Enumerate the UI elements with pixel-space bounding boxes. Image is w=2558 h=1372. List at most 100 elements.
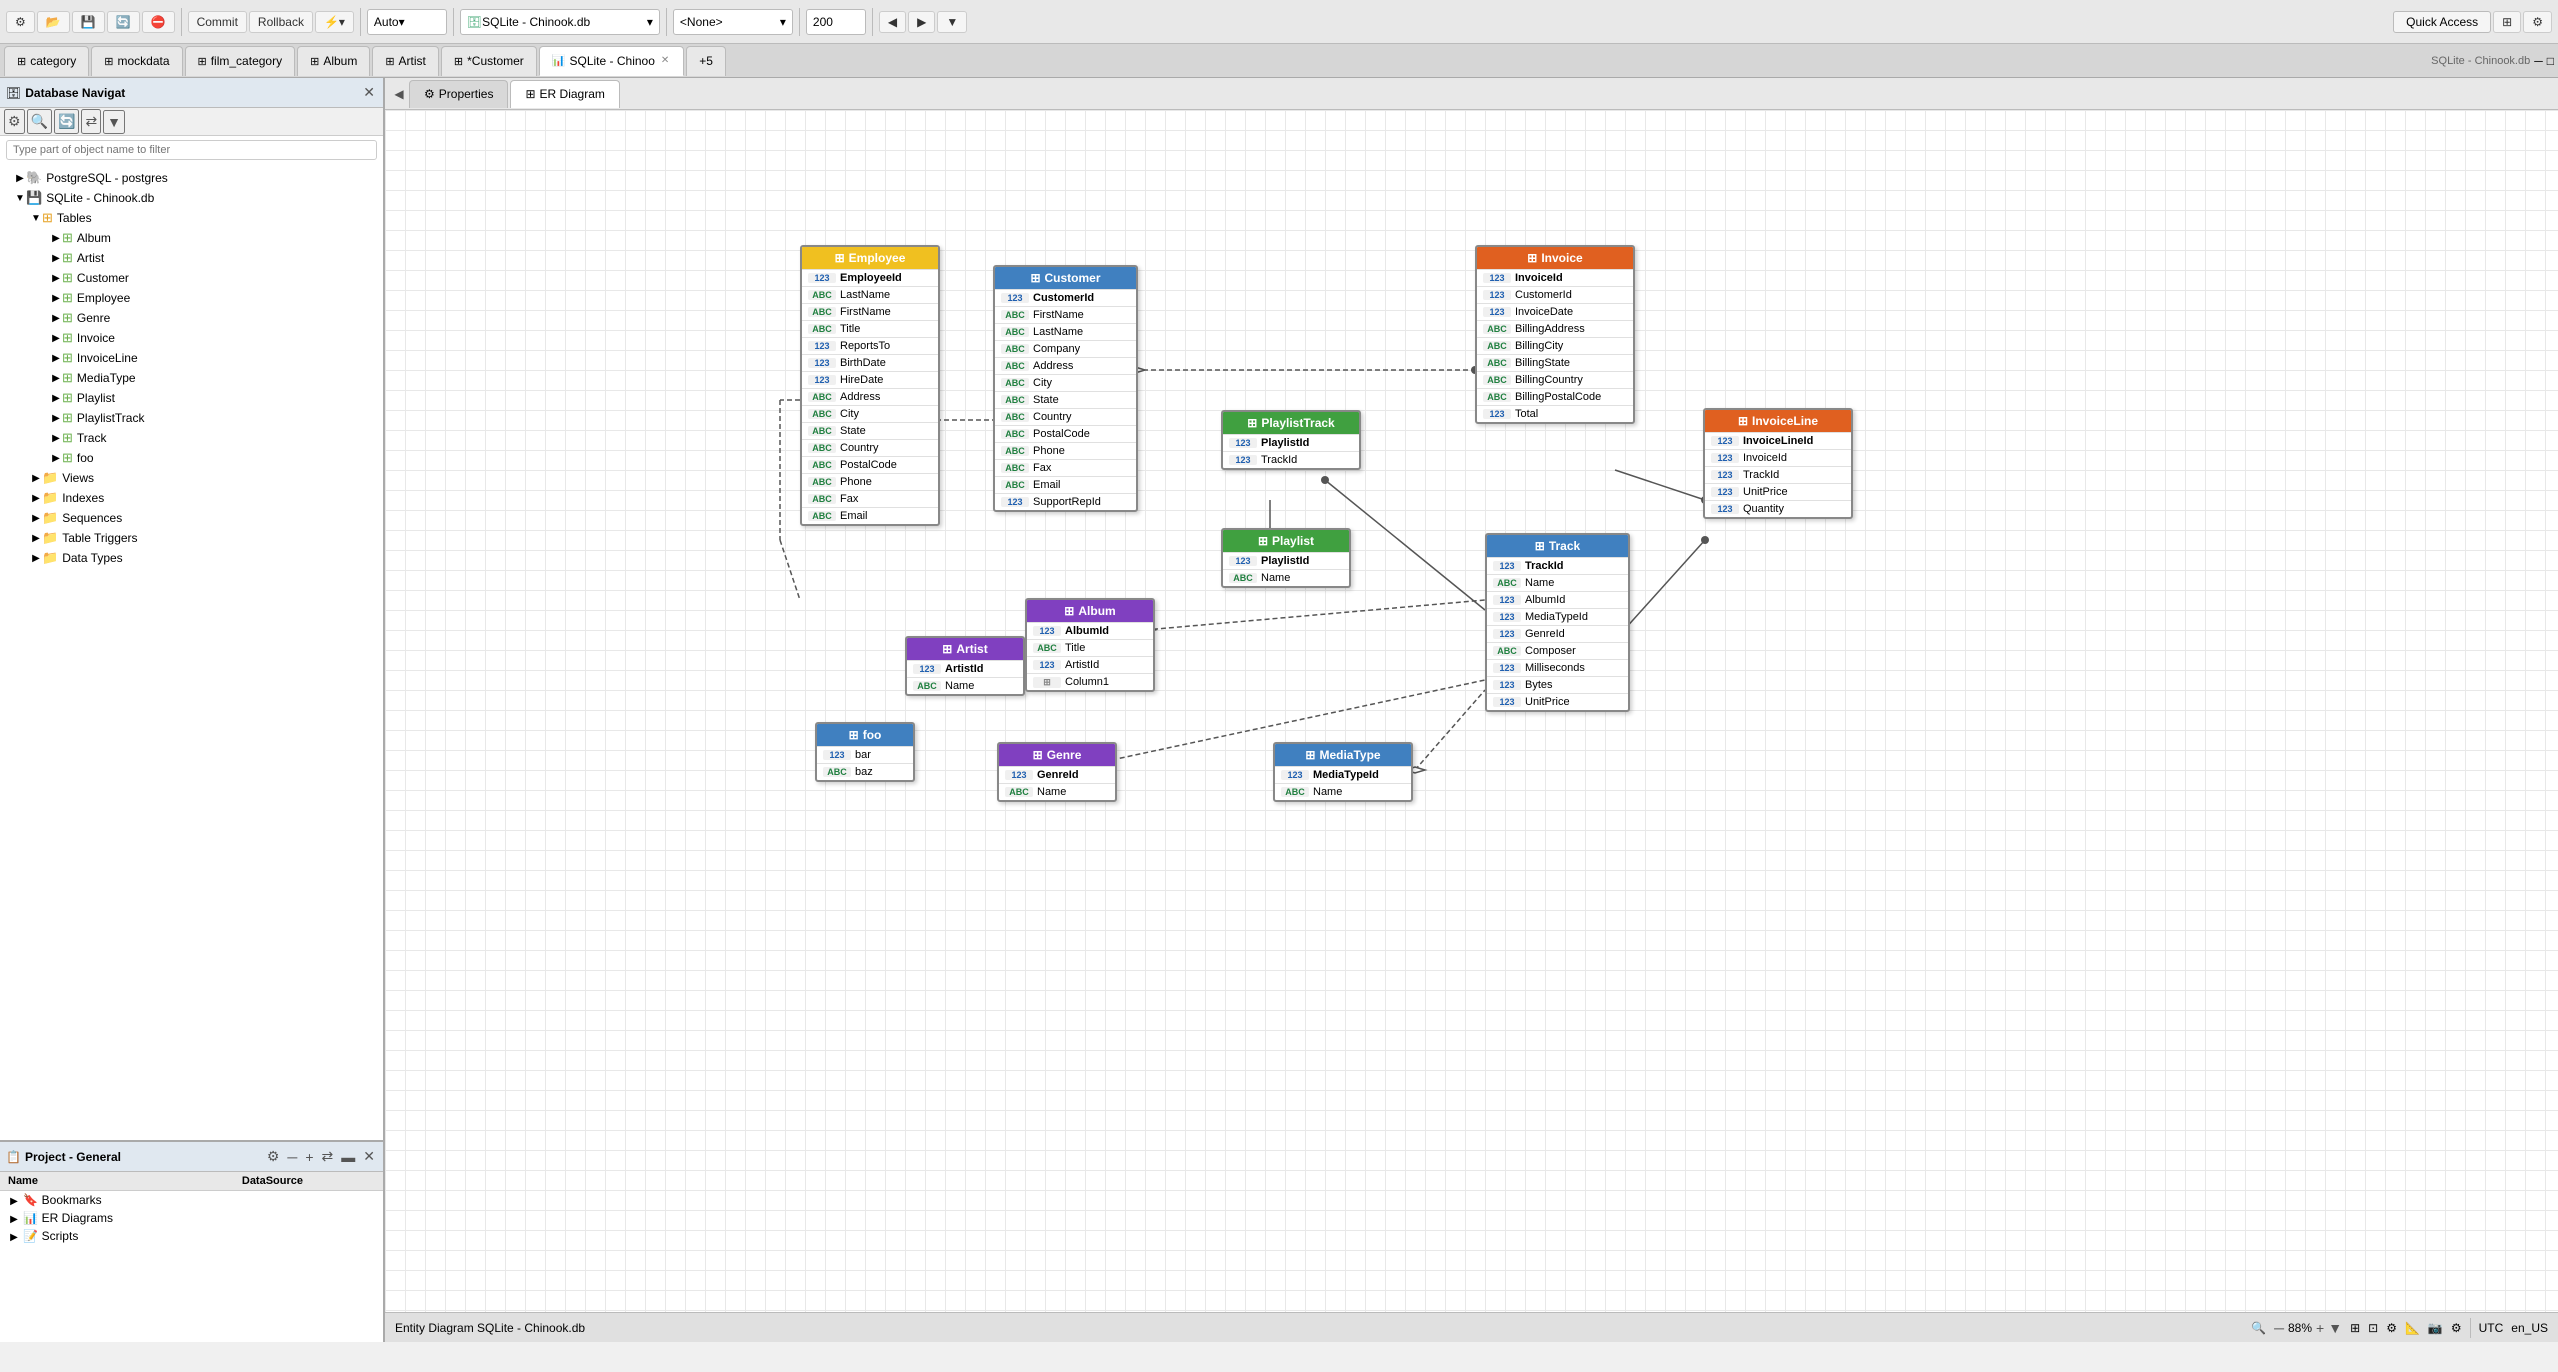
album-field-id[interactable]: 123 AlbumId: [1027, 622, 1153, 639]
rollback-button[interactable]: Rollback: [249, 11, 313, 33]
subtab-properties[interactable]: ⚙ Properties: [409, 80, 508, 108]
invoiceline-field-trackid[interactable]: 123 TrackId: [1705, 466, 1851, 483]
tree-item-datatypes[interactable]: ▶ 📁 Data Types: [0, 548, 383, 568]
reload-btn[interactable]: 🔄: [107, 11, 140, 33]
invoiceline-field-id[interactable]: 123 InvoiceLineId: [1705, 432, 1851, 449]
subtab-erdiagram[interactable]: ⊞ ER Diagram: [510, 80, 619, 108]
tree-item-artist[interactable]: ▶ ⊞ Artist: [0, 248, 383, 268]
invoiceline-field-unitprice[interactable]: 123 UnitPrice: [1705, 483, 1851, 500]
tree-item-views[interactable]: ▶ 📁 Views: [0, 468, 383, 488]
tree-item-tables[interactable]: ▼ ⊞ Tables: [0, 208, 383, 228]
invoice-field-billcountry[interactable]: ABC BillingCountry: [1477, 371, 1633, 388]
employee-field-email[interactable]: ABC Email: [802, 507, 938, 524]
project-scripts[interactable]: ▶ 📝 Scripts: [0, 1227, 383, 1245]
customer-field-addr[interactable]: ABC Address: [995, 357, 1136, 374]
genre-field-name[interactable]: ABC Name: [999, 783, 1115, 800]
tree-item-sqlite[interactable]: ▼ 💾 SQLite - Chinook.db: [0, 188, 383, 208]
new-btn[interactable]: ⚙: [6, 11, 35, 33]
track-field-composer[interactable]: ABC Composer: [1487, 642, 1628, 659]
customer-field-id[interactable]: 123 CustomerId: [995, 289, 1136, 306]
save-btn[interactable]: 💾: [72, 11, 105, 33]
project-minus[interactable]: ─: [285, 1147, 299, 1167]
er-table-foo[interactable]: ⊞ foo 123 bar ABC baz: [815, 722, 915, 782]
tree-item-postgres[interactable]: ▶ 🐘 PostgreSQL - postgres: [0, 168, 383, 188]
nav-prev[interactable]: ◀: [879, 11, 906, 33]
employee-field-addr[interactable]: ABC Address: [802, 388, 938, 405]
tree-toggle-playlisttrack[interactable]: ▶: [50, 413, 62, 424]
foo-field-baz[interactable]: ABC baz: [817, 763, 913, 780]
artist-field-id[interactable]: 123 ArtistId: [907, 660, 1023, 677]
invoice-field-customerid[interactable]: 123 CustomerId: [1477, 286, 1633, 303]
er-table-playlisttrack[interactable]: ⊞ PlaylistTrack 123 PlaylistId 123 Track…: [1221, 410, 1361, 470]
employee-field-postal[interactable]: ABC PostalCode: [802, 456, 938, 473]
tab-film-category[interactable]: ⊞ film_category: [185, 46, 296, 76]
zoom-out-btn[interactable]: ─: [2274, 1320, 2284, 1336]
er-table-mediatype[interactable]: ⊞ MediaType 123 MediaTypeId ABC Name: [1273, 742, 1413, 802]
project-settings[interactable]: ⚙: [265, 1146, 282, 1167]
tree-toggle-sqlite[interactable]: ▼: [14, 193, 26, 204]
invoice-field-billpostal[interactable]: ABC BillingPostalCode: [1477, 388, 1633, 405]
project-min[interactable]: ▬: [339, 1147, 357, 1167]
album-field-col1[interactable]: ⊞ Column1: [1027, 673, 1153, 690]
er-table-playlist[interactable]: ⊞ Playlist 123 PlaylistId ABC Name: [1221, 528, 1351, 588]
tree-item-invoice[interactable]: ▶ ⊞ Invoice: [0, 328, 383, 348]
tx-mode-btn[interactable]: ⚡▾: [315, 11, 354, 33]
zoom-fit-btn[interactable]: ⊞: [2350, 1321, 2360, 1335]
tree-toggle-customer[interactable]: ▶: [50, 273, 62, 284]
nav-tool-2[interactable]: 🔍: [27, 109, 52, 134]
project-close[interactable]: ✕: [361, 1146, 377, 1167]
playlisttrack-field-trackid[interactable]: 123 TrackId: [1223, 451, 1359, 468]
track-field-name[interactable]: ABC Name: [1487, 574, 1628, 591]
tree-item-mediatype[interactable]: ▶ ⊞ MediaType: [0, 368, 383, 388]
project-bookmarks[interactable]: ▶ 🔖 Bookmarks: [0, 1191, 383, 1210]
schema-combo[interactable]: <None> ▾: [673, 9, 793, 35]
invoice-field-billstate[interactable]: ABC BillingState: [1477, 354, 1633, 371]
tab-artist[interactable]: ⊞ Artist: [372, 46, 439, 76]
layout-btn[interactable]: ⊞: [2493, 11, 2521, 33]
tree-toggle-postgres[interactable]: ▶: [14, 173, 26, 184]
nav-tool-5[interactable]: ▼: [103, 110, 125, 134]
er-table-genre[interactable]: ⊞ Genre 123 GenreId ABC Name: [997, 742, 1117, 802]
customer-field-city[interactable]: ABC City: [995, 374, 1136, 391]
stop-btn[interactable]: ⛔: [142, 11, 175, 33]
layout-btn-status[interactable]: 📐: [2405, 1321, 2420, 1335]
tree-toggle-foo[interactable]: ▶: [50, 453, 62, 464]
tree-item-foo[interactable]: ▶ ⊞ foo: [0, 448, 383, 468]
track-field-ms[interactable]: 123 Milliseconds: [1487, 659, 1628, 676]
commit-button[interactable]: Commit: [188, 11, 247, 33]
export-btn[interactable]: 📷: [2428, 1321, 2443, 1335]
invoice-field-billaddr[interactable]: ABC BillingAddress: [1477, 320, 1633, 337]
invoiceline-field-qty[interactable]: 123 Quantity: [1705, 500, 1851, 517]
album-field-title[interactable]: ABC Title: [1027, 639, 1153, 656]
customer-field-fax[interactable]: ABC Fax: [995, 459, 1136, 476]
customer-field-ln[interactable]: ABC LastName: [995, 323, 1136, 340]
zoom-dropdown[interactable]: ▼: [2328, 1320, 2342, 1336]
zoom-in-btn[interactable]: +: [2316, 1320, 2324, 1336]
invoice-field-total[interactable]: 123 Total: [1477, 405, 1633, 422]
bookmarks-toggle[interactable]: ▶: [8, 1196, 20, 1207]
fetch-size-combo[interactable]: 200: [806, 9, 866, 35]
tab-more[interactable]: +5: [686, 46, 726, 76]
employee-field-country[interactable]: ABC Country: [802, 439, 938, 456]
er-table-invoice[interactable]: ⊞ Invoice 123 InvoiceId 123 CustomerId 1…: [1475, 245, 1635, 424]
track-field-albumid[interactable]: 123 AlbumId: [1487, 591, 1628, 608]
tree-toggle-sequences[interactable]: ▶: [30, 513, 42, 524]
tree-toggle-invoice[interactable]: ▶: [50, 333, 62, 344]
db-nav-close[interactable]: ✕: [361, 82, 377, 103]
customer-field-phone[interactable]: ABC Phone: [995, 442, 1136, 459]
db-combo[interactable]: 🗄 SQLite - Chinook.db ▾: [460, 9, 660, 35]
mediatype-field-id[interactable]: 123 MediaTypeId: [1275, 766, 1411, 783]
invoice-field-date[interactable]: 123 InvoiceDate: [1477, 303, 1633, 320]
tree-item-playlisttrack[interactable]: ▶ ⊞ PlaylistTrack: [0, 408, 383, 428]
tree-toggle-genre[interactable]: ▶: [50, 313, 62, 324]
tree-item-album[interactable]: ▶ ⊞ Album: [0, 228, 383, 248]
project-erdiagrams[interactable]: ▶ 📊 ER Diagrams: [0, 1209, 383, 1227]
track-field-genreid[interactable]: 123 GenreId: [1487, 625, 1628, 642]
playlist-field-id[interactable]: 123 PlaylistId: [1223, 552, 1349, 569]
auto-commit-combo[interactable]: Auto ▾: [367, 9, 447, 35]
tree-toggle-invoiceline[interactable]: ▶: [50, 353, 62, 364]
track-field-bytes[interactable]: 123 Bytes: [1487, 676, 1628, 693]
tree-item-sequences[interactable]: ▶ 📁 Sequences: [0, 508, 383, 528]
project-plus[interactable]: +: [303, 1147, 315, 1167]
genre-field-id[interactable]: 123 GenreId: [999, 766, 1115, 783]
